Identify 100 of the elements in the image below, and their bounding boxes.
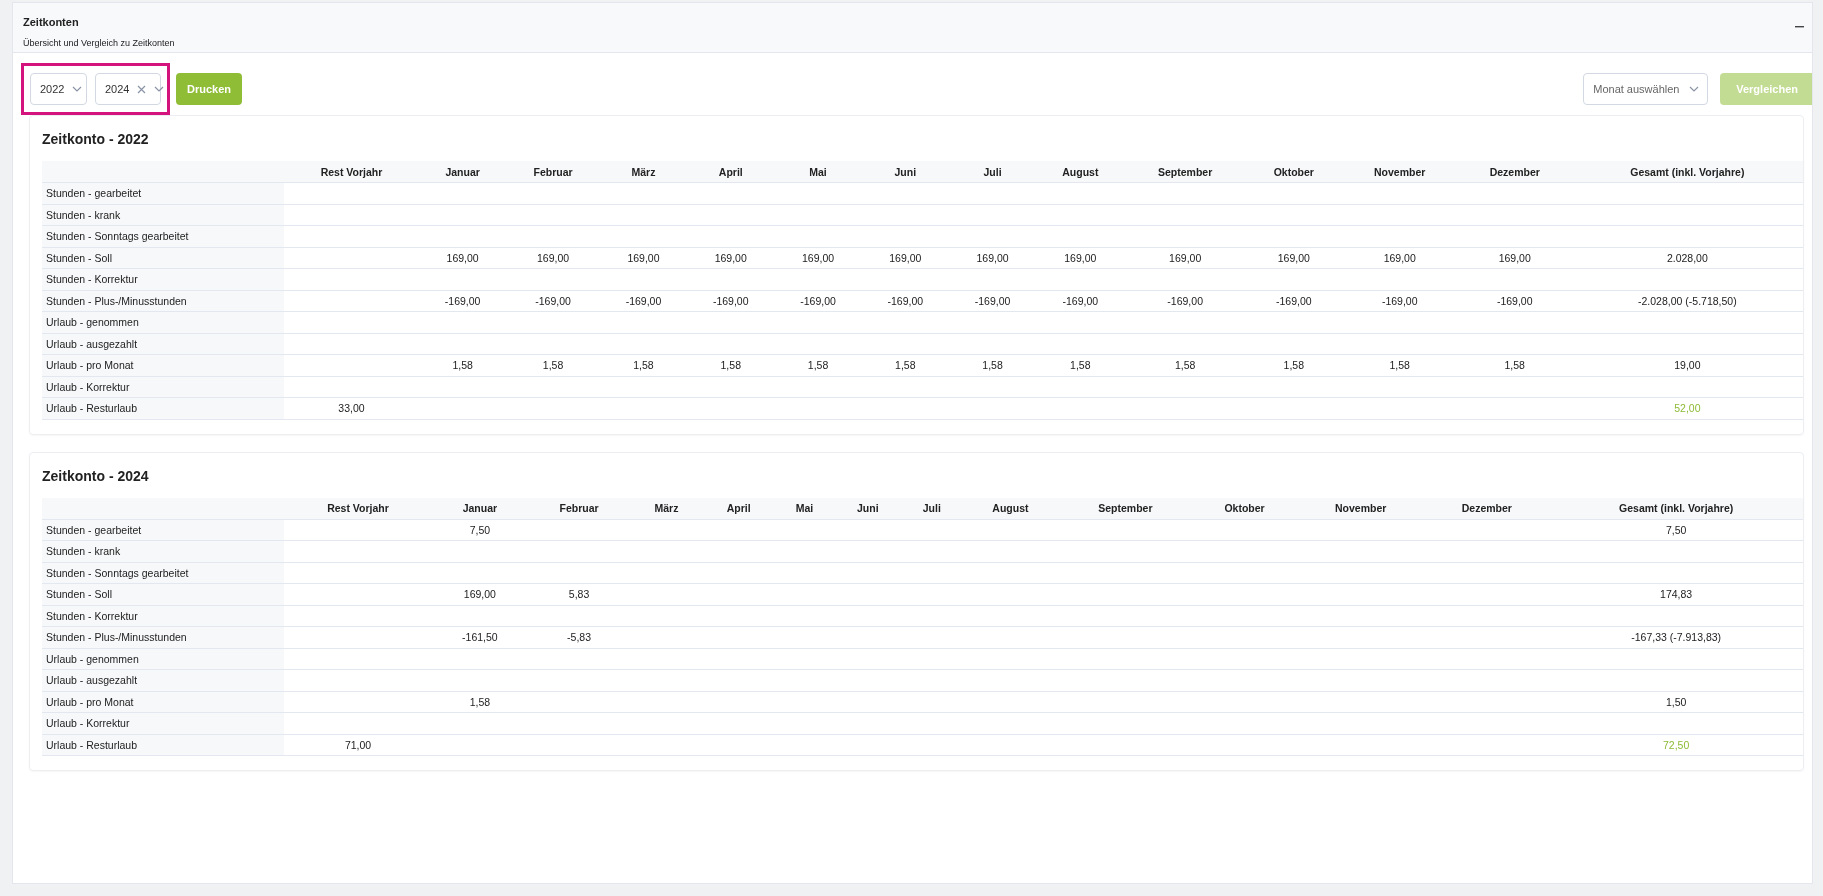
table-cell: 169,00 xyxy=(1341,247,1458,269)
column-header: März xyxy=(630,497,703,519)
row-label: Urlaub - Resturlaub xyxy=(42,734,284,756)
column-header: Juli xyxy=(901,497,962,519)
table-cell: 1,58 xyxy=(687,354,775,376)
column-header: Dezember xyxy=(1424,497,1550,519)
column-header: Gesamt (inkl. Vorjahre) xyxy=(1549,497,1803,519)
table-cell: 2.028,00 xyxy=(1571,247,1803,269)
column-header: Januar xyxy=(432,497,528,519)
row-label: Stunden - Sonntags gearbeitet xyxy=(42,562,284,584)
chevron-down-icon xyxy=(154,86,165,92)
row-label: Stunden - krank xyxy=(42,204,284,226)
table-cell: 1,50 xyxy=(1549,691,1803,713)
chevron-down-icon xyxy=(72,86,83,92)
table-cell: -169,00 xyxy=(599,290,688,312)
table-cell: -5,83 xyxy=(527,626,631,648)
column-header: November xyxy=(1297,497,1425,519)
table-cell: 1,58 xyxy=(506,354,600,376)
table-cell: 169,00 xyxy=(774,247,862,269)
table-cell: -169,00 xyxy=(1245,290,1342,312)
table-cell: 71,00 xyxy=(284,734,433,756)
column-header: Juni xyxy=(834,497,902,519)
row-label: Urlaub - ausgezahlt xyxy=(42,669,284,691)
table-cell: -169,00 xyxy=(419,290,507,312)
column-header: Oktober xyxy=(1192,497,1297,519)
year-select[interactable]: 2022 xyxy=(30,73,87,105)
table-cell: 72,50 xyxy=(1549,734,1803,756)
month-select[interactable]: Monat auswählen xyxy=(1583,73,1709,105)
column-header: Februar xyxy=(527,497,631,519)
clear-icon[interactable] xyxy=(137,84,147,94)
row-label: Stunden - Sonntags gearbeitet xyxy=(42,225,284,247)
card-title: Zeitkonto - 2024 xyxy=(42,467,149,484)
table-cell: 169,00 xyxy=(687,247,775,269)
table-cell: 169,00 xyxy=(1457,247,1572,269)
table-cell: 169,00 xyxy=(1124,247,1246,269)
column-header: Rest Vorjahr xyxy=(284,161,419,183)
table-cell: 169,00 xyxy=(599,247,688,269)
table-cell: 169,00 xyxy=(506,247,600,269)
column-header: April xyxy=(687,161,775,183)
table-cell: 7,50 xyxy=(1549,519,1803,541)
row-label: Stunden - krank xyxy=(42,540,284,562)
table-cell: 1,58 xyxy=(1457,354,1572,376)
column-header: Januar xyxy=(419,161,507,183)
table-cell: 169,00 xyxy=(419,247,507,269)
table-cell: 52,00 xyxy=(1571,397,1803,419)
table-cell: 1,58 xyxy=(948,354,1037,376)
table-cell: -169,00 xyxy=(1124,290,1246,312)
row-label: Urlaub - Korrektur xyxy=(42,712,284,734)
column-header: September xyxy=(1124,161,1246,183)
row-label: Stunden - Plus-/Minusstunden xyxy=(42,290,284,312)
row-label: Urlaub - pro Monat xyxy=(42,354,284,376)
table-cell: 1,58 xyxy=(861,354,949,376)
table-cell: -169,00 xyxy=(1457,290,1572,312)
row-label: Stunden - Soll xyxy=(42,247,284,269)
column-header: Mai xyxy=(774,497,835,519)
row-label: Stunden - Korrektur xyxy=(42,268,284,290)
panel-subtitle: Übersicht und Vergleich zu Zeitkonten xyxy=(23,38,175,48)
panel-title: Zeitkonten xyxy=(23,16,79,28)
table-cell: 169,00 xyxy=(1036,247,1125,269)
year-select[interactable]: 2024 xyxy=(95,73,161,105)
row-label: Stunden - Plus-/Minusstunden xyxy=(42,626,284,648)
table-cell: 169,00 xyxy=(432,583,528,605)
table-cell: 1,58 xyxy=(1124,354,1246,376)
table-cell: -169,00 xyxy=(948,290,1037,312)
column-header: August xyxy=(962,497,1059,519)
table-cell: -169,00 xyxy=(506,290,600,312)
table-cell: 169,00 xyxy=(948,247,1037,269)
table-cell: 1,58 xyxy=(1341,354,1458,376)
table-cell: 1,58 xyxy=(599,354,688,376)
table-cell: 1,58 xyxy=(1036,354,1125,376)
column-header: August xyxy=(1036,161,1125,183)
column-header: Oktober xyxy=(1245,161,1342,183)
table-cell: 5,83 xyxy=(527,583,631,605)
row-label: Stunden - Korrektur xyxy=(42,605,284,627)
table-cell: -167,33 (-7.913,83) xyxy=(1549,626,1803,648)
column-header: Rest Vorjahr xyxy=(284,497,433,519)
table-cell: -169,00 xyxy=(861,290,949,312)
column-header: Februar xyxy=(506,161,600,183)
column-header: Dezember xyxy=(1457,161,1572,183)
table-cell: 1,58 xyxy=(419,354,507,376)
row-label: Urlaub - genommen xyxy=(42,311,284,333)
row-label: Urlaub - Korrektur xyxy=(42,376,284,398)
column-header: Juli xyxy=(948,161,1037,183)
row-label: Urlaub - Resturlaub xyxy=(42,397,284,419)
table-cell: 1,58 xyxy=(774,354,862,376)
chevron-down-icon xyxy=(1689,86,1700,92)
column-header: März xyxy=(599,161,688,183)
card-title: Zeitkonto - 2022 xyxy=(42,131,149,147)
table-cell: -2.028,00 (-5.718,50) xyxy=(1571,290,1803,312)
table-cell: 7,50 xyxy=(432,519,528,541)
table-cell: -169,00 xyxy=(774,290,862,312)
table-cell: 33,00 xyxy=(284,397,419,419)
row-label: Urlaub - genommen xyxy=(42,648,284,670)
table-cell: 169,00 xyxy=(861,247,949,269)
row-label: Stunden - gearbeitet xyxy=(42,519,284,541)
table-cell: -161,50 xyxy=(432,626,528,648)
table-cell: 1,58 xyxy=(432,691,528,713)
column-header: April xyxy=(702,497,775,519)
table-cell: 174,83 xyxy=(1549,583,1803,605)
table-cell: -169,00 xyxy=(1036,290,1125,312)
